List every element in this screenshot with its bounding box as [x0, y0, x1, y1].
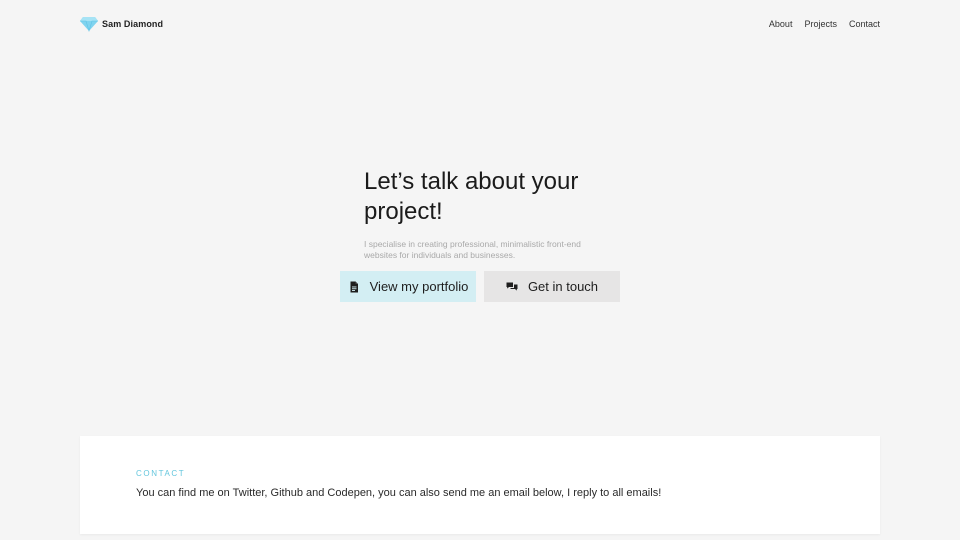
nav-link-contact[interactable]: Contact: [849, 19, 880, 29]
contact-description: You can find me on Twitter, Github and C…: [136, 487, 662, 499]
get-in-touch-button[interactable]: Get in touch: [484, 271, 620, 302]
get-in-touch-label: Get in touch: [527, 279, 599, 294]
contact-section: CONTACT You can find me on Twitter, Gith…: [80, 436, 880, 534]
site-header: Sam Diamond About Projects Contact: [80, 14, 880, 34]
diamond-icon: [80, 16, 98, 33]
page: Sam Diamond About Projects Contact Let’s…: [0, 0, 960, 540]
nav-link-about[interactable]: About: [769, 19, 793, 29]
view-portfolio-label: View my portfolio: [369, 279, 469, 294]
document-icon: [348, 281, 360, 293]
hero-title: Let’s talk about your project!: [364, 168, 579, 225]
main-nav: About Projects Contact: [769, 19, 880, 29]
contact-heading: CONTACT: [136, 469, 186, 478]
nav-link-projects[interactable]: Projects: [804, 19, 837, 29]
chat-bubbles-icon: [506, 281, 518, 293]
view-portfolio-button[interactable]: View my portfolio: [340, 271, 476, 302]
brand-name: Sam Diamond: [102, 19, 164, 29]
brand-logo-link[interactable]: Sam Diamond: [80, 16, 164, 33]
hero-subtitle: I specialise in creating professional, m…: [364, 239, 581, 260]
